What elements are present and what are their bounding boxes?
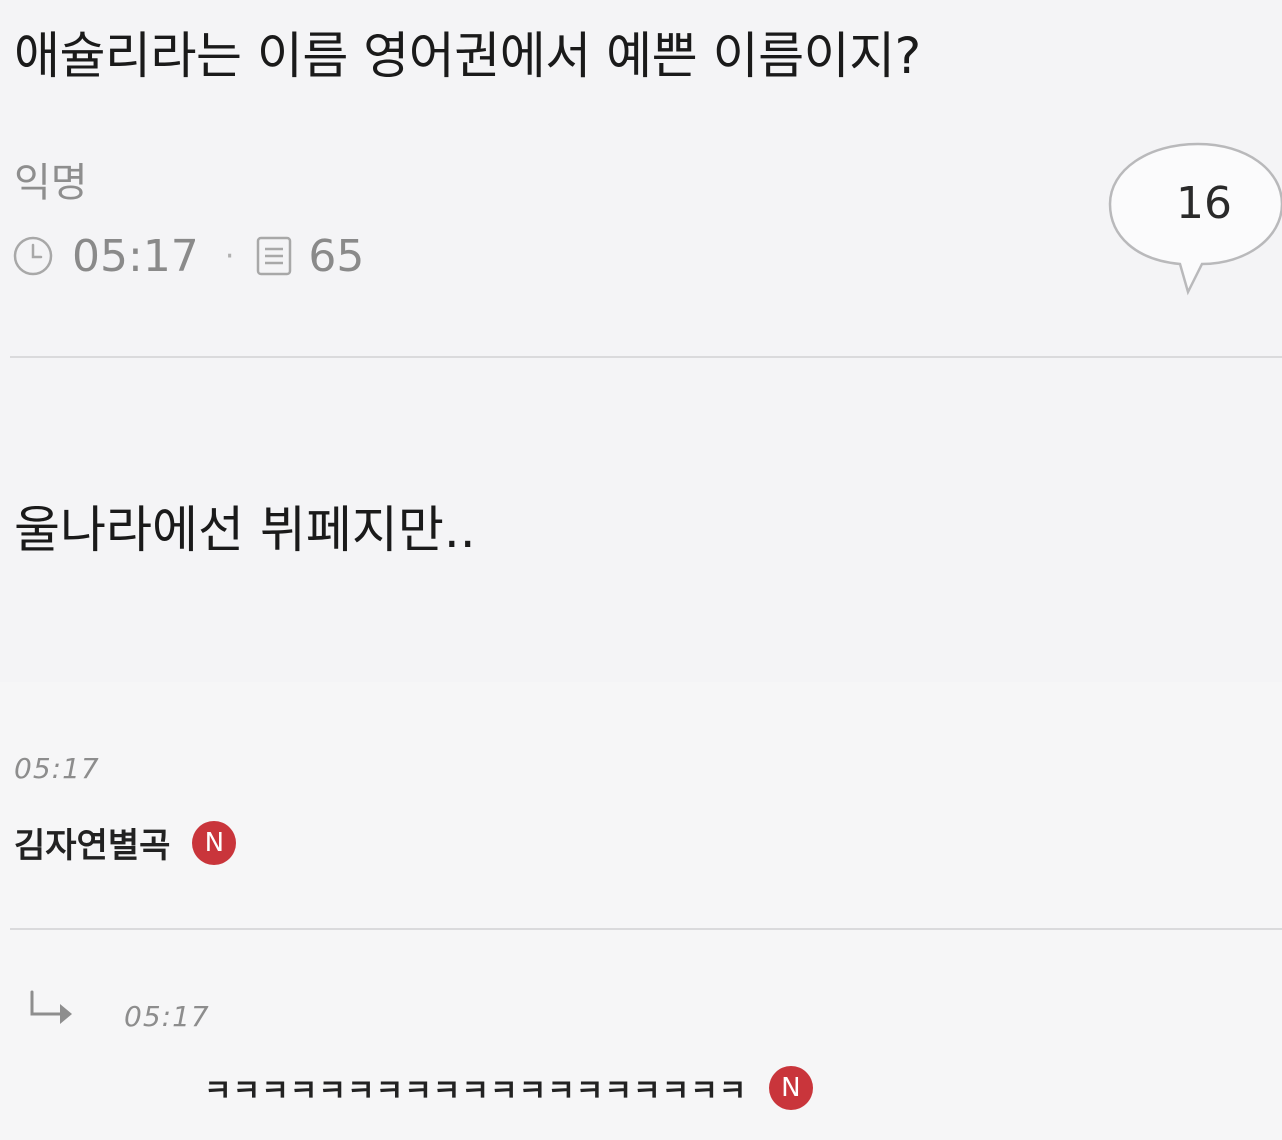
header-divider [10,356,1282,358]
reply-arrow-icon [30,990,72,1024]
post-title: 애슐리라는 이름 영어권에서 예쁜 이름이지? [14,27,921,85]
post-meta: 05:17 · 65 [12,226,364,286]
comment-username[interactable]: 김자연별곡 [14,818,170,867]
clock-icon [13,236,53,276]
document-icon [257,236,292,276]
reply-time: 05:17 [124,1000,210,1033]
post-views: 65 [308,230,365,282]
post-author[interactable]: 익명 [14,150,88,208]
comment-time: 05:17 [14,752,100,785]
post-time: 05:17 [72,230,199,282]
post-body: 울나라에선 뷔페지만.. [14,501,476,559]
meta-separator: · [224,238,235,274]
comment-count: 16 [1176,178,1232,229]
new-badge: N [769,1066,814,1110]
reply-item: ㅋㅋㅋㅋㅋㅋㅋㅋㅋㅋㅋㅋㅋㅋㅋㅋㅋㅋㅋ N [204,1066,814,1110]
comment-count-bubble[interactable]: 16 [1106,140,1282,296]
post-header: 애슐리라는 이름 영어권에서 예쁜 이름이지? 익명 05:17 · 65 16 [0,0,1282,360]
reply-content: ㅋㅋㅋㅋㅋㅋㅋㅋㅋㅋㅋㅋㅋㅋㅋㅋㅋㅋㅋ [204,1074,748,1109]
comment-item: 김자연별곡 N [14,818,237,867]
new-badge: N [192,820,237,865]
comment-divider [10,928,1282,930]
